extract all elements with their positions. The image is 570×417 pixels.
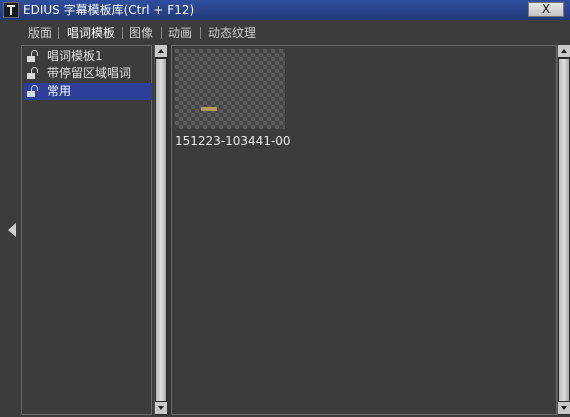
template-grid: 151223-103441-00 bbox=[171, 45, 557, 415]
tree-item-lyric-with-hold[interactable]: 带停留区域唱词 bbox=[24, 65, 152, 82]
lock-open-icon bbox=[26, 50, 40, 63]
tree-item-common[interactable]: 常用 bbox=[24, 83, 152, 100]
scroll-down-button[interactable] bbox=[558, 402, 570, 414]
window-title: EDIUS 字幕模板库(Ctrl + F12) bbox=[23, 3, 195, 17]
tab-motion-texture[interactable]: 动态纹理 bbox=[208, 25, 256, 41]
close-button[interactable]: X bbox=[528, 2, 564, 17]
template-name: 151223-103441-00 bbox=[175, 134, 291, 148]
template-preview-image bbox=[175, 49, 285, 129]
template-thumbnail-card[interactable]: 151223-103441-00 bbox=[175, 49, 291, 150]
arrow-down-icon bbox=[561, 406, 567, 410]
tab-image[interactable]: 图像 bbox=[129, 25, 153, 41]
scroll-thumb[interactable] bbox=[559, 59, 569, 401]
scroll-up-button[interactable] bbox=[558, 45, 570, 57]
tab-animation[interactable]: 动画 bbox=[168, 25, 192, 41]
caption-placeholder-mark bbox=[201, 107, 217, 111]
collapse-panel-toggle[interactable] bbox=[4, 44, 20, 416]
tab-bar: 版面 唱词模板 图像 动画 动态纹理 bbox=[20, 22, 570, 44]
arrow-up-icon bbox=[158, 49, 164, 53]
tree-scrollbar[interactable] bbox=[154, 45, 167, 415]
tree-item-lyric-template-1[interactable]: 唱词模板1 bbox=[24, 48, 152, 65]
scroll-thumb[interactable] bbox=[156, 59, 166, 401]
tab-separator bbox=[161, 27, 162, 39]
chevron-left-icon bbox=[8, 223, 16, 237]
lock-open-icon bbox=[26, 67, 40, 80]
tab-separator bbox=[58, 27, 59, 39]
arrow-down-icon bbox=[158, 406, 164, 410]
tree-item-label: 带停留区域唱词 bbox=[47, 66, 132, 80]
title-bar[interactable]: EDIUS 字幕模板库(Ctrl + F12) X bbox=[0, 0, 570, 20]
tree-item-label: 常用 bbox=[47, 84, 72, 98]
scroll-down-button[interactable] bbox=[155, 402, 167, 414]
template-library-window: EDIUS 字幕模板库(Ctrl + F12) X 版面 唱词模板 图像 动画 … bbox=[0, 0, 570, 417]
tab-lyric-templates[interactable]: 唱词模板 bbox=[67, 25, 115, 41]
tree-item-label: 唱词模板1 bbox=[47, 49, 103, 63]
tab-separator bbox=[200, 27, 201, 39]
arrow-up-icon bbox=[561, 49, 567, 53]
tab-separator bbox=[122, 27, 123, 39]
app-icon bbox=[3, 2, 19, 18]
lock-open-icon bbox=[26, 85, 40, 98]
content-scrollbar[interactable] bbox=[557, 45, 570, 415]
tab-layout[interactable]: 版面 bbox=[28, 25, 52, 41]
scroll-up-button[interactable] bbox=[155, 45, 167, 57]
template-category-tree: 唱词模板1 带停留区域唱词 常用 bbox=[21, 45, 152, 415]
